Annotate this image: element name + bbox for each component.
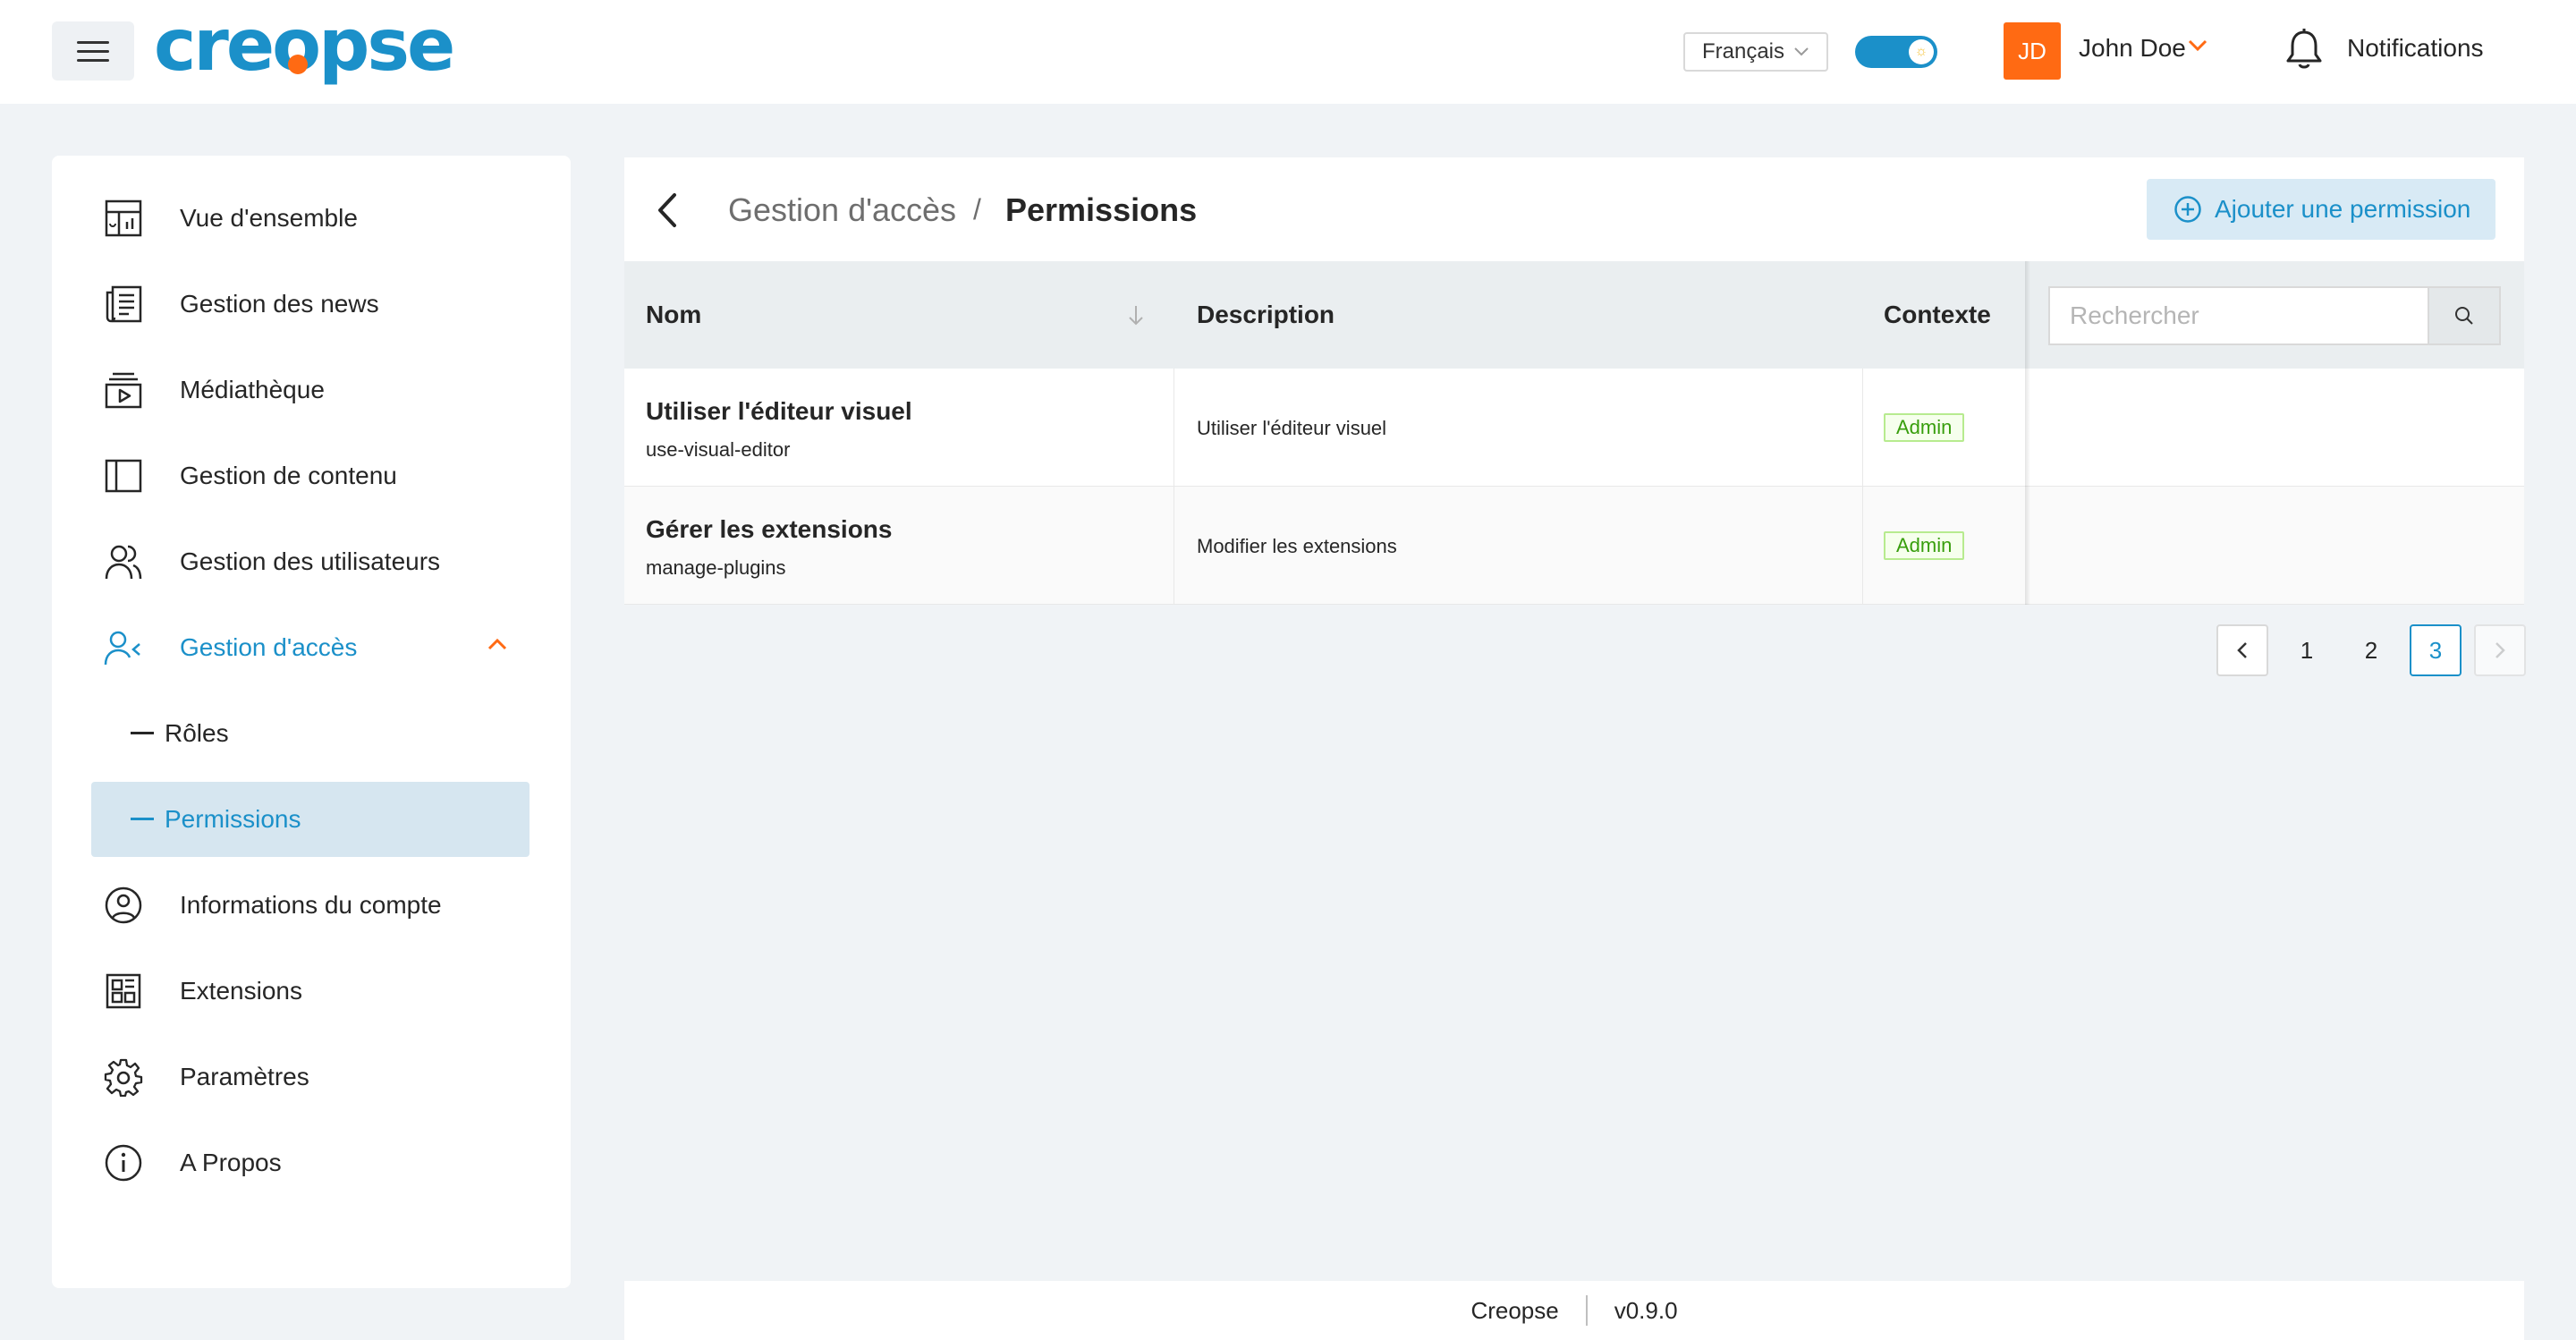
sidebar-item-users[interactable]: Gestion des utilisateurs — [52, 519, 571, 605]
permission-description: Modifier les extensions — [1197, 535, 1397, 557]
media-icon — [105, 372, 142, 409]
permission-code: manage-plugins — [646, 556, 786, 579]
sidebar-subitem-label: Rôles — [165, 719, 229, 747]
permission-name: Utiliser l'éditeur visuel — [646, 397, 912, 425]
permission-description: Utiliser l'éditeur visuel — [1197, 417, 1387, 439]
chevron-left-icon — [2237, 642, 2247, 658]
sun-icon: ☼ — [1909, 39, 1934, 64]
chevron-up-icon[interactable] — [487, 637, 508, 651]
page-3-button[interactable]: 3 — [2410, 624, 2462, 676]
extensions-icon — [106, 973, 141, 1009]
page-header: Gestion d'accès / Permissions Ajouter un… — [624, 157, 2524, 261]
search-icon — [2455, 307, 2473, 325]
table-row[interactable]: Utiliser l'éditeur visuel use-visual-edi… — [624, 369, 2524, 487]
table-row[interactable]: Gérer les extensions manage-plugins Modi… — [624, 487, 2524, 605]
add-permission-label: Ajouter une permission — [2215, 195, 2471, 223]
sidebar-item-settings[interactable]: Paramètres — [52, 1034, 571, 1120]
table-search — [2048, 286, 2501, 345]
column-header-context: Contexte — [1884, 301, 1991, 328]
footer-version: v0.9.0 — [1614, 1296, 1678, 1324]
sidebar-item-label: Vue d'ensemble — [180, 204, 358, 232]
users-icon — [105, 545, 142, 580]
language-value: Français — [1701, 39, 1785, 64]
content-icon — [105, 459, 142, 493]
sidebar-item-label: Médiathèque — [180, 376, 325, 403]
search-input[interactable] — [2048, 286, 2428, 345]
sidebar-item-label: Extensions — [180, 977, 302, 1005]
permission-code: use-visual-editor — [646, 438, 791, 461]
top-header: creopse Français ☼ JD John Doe Notificat… — [0, 0, 2576, 104]
news-icon — [106, 285, 142, 323]
sidebar-subitem-label: Permissions — [165, 805, 301, 833]
column-header-name[interactable]: Nom — [646, 261, 1182, 369]
column-header-description: Description — [1197, 301, 1335, 328]
dashboard-icon — [105, 199, 142, 237]
page-1-button[interactable]: 1 — [2281, 624, 2333, 676]
svg-text:creopse: creopse — [154, 7, 453, 87]
add-permission-button[interactable]: Ajouter une permission — [2147, 179, 2496, 240]
sidebar-item-news[interactable]: Gestion des news — [52, 261, 571, 347]
sidebar-item-label: Informations du compte — [180, 891, 442, 919]
sidebar-subitem-roles[interactable]: Rôles — [91, 696, 530, 771]
table-header: Nom Description Contexte — [624, 261, 2524, 369]
page-title: Permissions — [1005, 191, 1198, 228]
prev-page-button[interactable] — [2216, 624, 2268, 676]
chevron-down-icon[interactable] — [2188, 39, 2207, 52]
breadcrumb-parent[interactable]: Gestion d'accès — [728, 191, 956, 229]
sidebar-item-extensions[interactable]: Extensions — [52, 948, 571, 1034]
creopse-logo-icon: creopse — [154, 7, 455, 87]
chevron-down-icon — [1794, 47, 1809, 56]
account-icon — [105, 886, 142, 924]
footer: Creopse v0.9.0 — [624, 1281, 2524, 1340]
footer-app-name: Creopse — [1470, 1296, 1559, 1324]
sidebar-item-access[interactable]: Gestion d'accès — [52, 605, 571, 691]
dash-icon — [131, 732, 154, 734]
permissions-card: Gestion d'accès / Permissions Ajouter un… — [624, 157, 2524, 605]
avatar[interactable]: JD — [2004, 22, 2061, 80]
plus-circle-icon — [2174, 196, 2201, 223]
page-2-button[interactable]: 2 — [2345, 624, 2397, 676]
sidebar-item-label: Gestion des news — [180, 290, 379, 318]
menu-toggle-button[interactable] — [52, 21, 134, 81]
dash-icon — [131, 818, 154, 820]
bell-icon[interactable] — [2283, 27, 2326, 72]
next-page-button[interactable] — [2474, 624, 2526, 676]
sidebar-item-account[interactable]: Informations du compte — [52, 862, 571, 948]
hamburger-icon — [77, 40, 109, 44]
pagination: 1 2 3 — [2216, 624, 2526, 676]
sidebar-item-label: Paramètres — [180, 1063, 309, 1090]
context-badge: Admin — [1884, 413, 1965, 442]
sidebar-item-content[interactable]: Gestion de contenu — [52, 433, 571, 519]
sidebar-subitem-permissions[interactable]: Permissions — [91, 782, 530, 857]
app-logo[interactable]: creopse — [152, 7, 483, 93]
sort-arrow-down-icon[interactable] — [1127, 304, 1145, 327]
info-icon — [105, 1144, 142, 1182]
sidebar-item-overview[interactable]: Vue d'ensemble — [52, 175, 571, 261]
chevron-right-icon — [2496, 642, 2505, 658]
footer-divider — [1585, 1295, 1588, 1326]
gear-icon — [104, 1058, 143, 1097]
context-badge: Admin — [1884, 531, 1965, 560]
user-access-icon — [104, 631, 140, 666]
notifications-link[interactable]: Notifications — [2347, 34, 2484, 63]
user-name[interactable]: John Doe — [2079, 34, 2186, 63]
sidebar-item-label: Gestion des utilisateurs — [180, 547, 441, 575]
theme-toggle[interactable]: ☼ — [1855, 36, 1937, 68]
sidebar-item-label: Gestion de contenu — [180, 462, 397, 489]
sidebar-item-media[interactable]: Médiathèque — [52, 347, 571, 433]
language-select[interactable]: Français — [1683, 32, 1828, 72]
permission-name: Gérer les extensions — [646, 515, 893, 543]
sidebar-item-label: Gestion d'accès — [180, 633, 358, 661]
back-arrow-icon[interactable] — [649, 191, 685, 229]
breadcrumb-separator: / — [973, 193, 981, 225]
sidebar-item-about[interactable]: A Propos — [52, 1120, 571, 1206]
search-button[interactable] — [2428, 286, 2501, 345]
sidebar: Vue d'ensemble Gestion des news Médiathè… — [52, 156, 571, 1288]
sidebar-item-label: A Propos — [180, 1149, 282, 1176]
